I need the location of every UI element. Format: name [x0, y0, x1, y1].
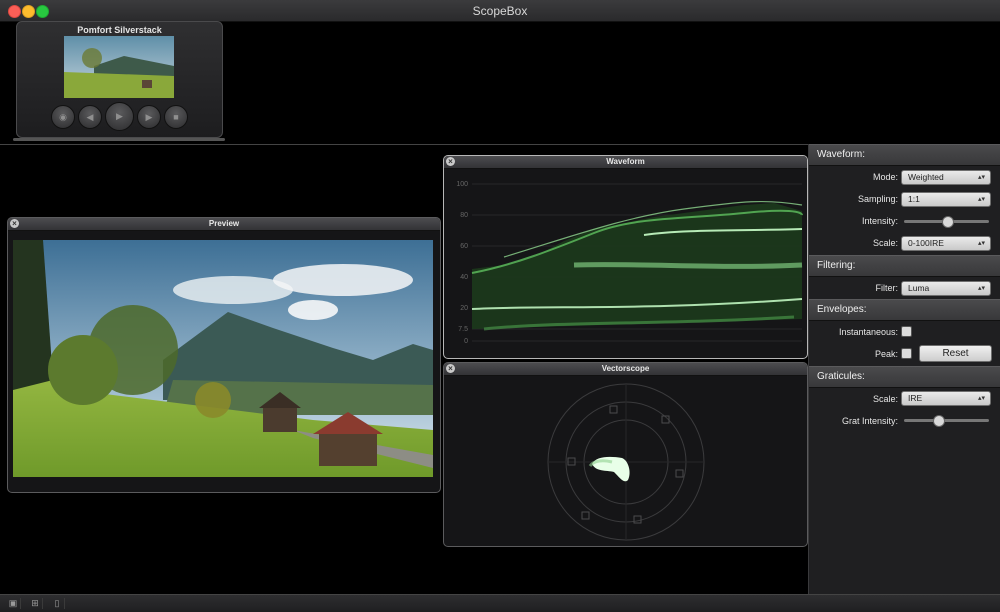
chevron-updown-icon: ▴▾: [977, 174, 985, 181]
inspector-panel: Waveform: Mode: Weighted ▴▾ Sampling: 1:1…: [808, 144, 1000, 594]
snapshot-button[interactable]: ◉: [51, 105, 75, 129]
source-title: Pomfort Silverstack: [77, 25, 162, 35]
waveform-panel: × Waveform 100 80 60 40 20 7.5 0: [443, 155, 808, 359]
grat-scale-value: IRE: [908, 393, 923, 403]
scale-label: Scale:: [872, 238, 898, 248]
scale-select[interactable]: 0-100IRE ▴▾: [901, 236, 991, 251]
waveform-header: × Waveform: [444, 156, 807, 169]
instantaneous-checkbox[interactable]: [901, 326, 912, 337]
scale-label-20: 20: [460, 305, 468, 312]
grat-intensity-slider-knob[interactable]: [933, 415, 945, 427]
vectorscope-panel: × Vectorscope: [443, 362, 808, 547]
scale-label-0: 0: [464, 338, 468, 345]
source-thumbnail: [64, 36, 174, 98]
section-graticules: Graticules:: [809, 366, 1000, 388]
source-widget: Pomfort Silverstack ◉ ◀ ▶ ▶ ■: [16, 21, 223, 138]
intensity-label: Intensity:: [861, 216, 898, 226]
scale-label-80: 80: [460, 212, 468, 219]
scale-label-7-5: 7.5: [458, 326, 468, 333]
play-icon: ▶: [116, 111, 123, 121]
skip-back-button[interactable]: ◀: [78, 105, 102, 129]
timeline-scrubber[interactable]: [13, 138, 225, 141]
mode-value: Weighted: [908, 172, 944, 182]
sampling-select[interactable]: 1:1 ▴▾: [901, 192, 991, 207]
mode-label: Mode:: [872, 172, 898, 182]
grat-scale-label: Scale:: [872, 394, 898, 404]
filter-label: Filter:: [875, 283, 899, 293]
skip-back-icon: ◀: [86, 112, 94, 122]
vectorscope-title: Vectorscope: [601, 364, 650, 373]
close-panel-button[interactable]: ×: [446, 364, 455, 373]
stop-icon: ■: [173, 112, 179, 122]
vectorscope-scope: [547, 383, 705, 541]
filter-select[interactable]: Luma ▴▾: [901, 281, 991, 296]
intensity-slider-knob[interactable]: [941, 216, 954, 228]
section-waveform: Waveform:: [809, 144, 1000, 166]
scale-label-40: 40: [460, 274, 468, 281]
grid-view-icon[interactable]: ⊞: [28, 598, 43, 609]
close-panel-button[interactable]: ×: [10, 219, 19, 228]
divider: [0, 144, 808, 145]
waveform-scope: 100 80 60 40 20 7.5 0: [456, 181, 803, 345]
filter-value: Luma: [908, 283, 930, 293]
section-envelopes: Envelopes:: [809, 299, 1000, 321]
scale-label-100: 100: [456, 181, 468, 188]
bottom-toolbar: ▣ ⊞ ▯: [0, 594, 1000, 612]
instantaneous-label: Instantaneous:: [838, 327, 898, 337]
single-view-icon[interactable]: ▣: [6, 598, 21, 609]
peak-label: Peak:: [874, 349, 898, 359]
preview-header: × Preview: [8, 218, 440, 231]
document-icon[interactable]: ▯: [50, 598, 65, 609]
preview-title: Preview: [208, 219, 240, 228]
waveform-title: Waveform: [606, 157, 645, 166]
grat-scale-select[interactable]: IRE ▴▾: [901, 391, 991, 406]
chevron-updown-icon: ▴▾: [977, 395, 985, 402]
chevron-updown-icon: ▴▾: [977, 240, 985, 247]
preview-image: [13, 240, 433, 477]
chevron-updown-icon: ▴▾: [977, 285, 985, 292]
grat-intensity-slider[interactable]: [904, 415, 989, 427]
camera-icon: ◉: [59, 112, 67, 122]
vectorscope-header: × Vectorscope: [444, 363, 807, 376]
section-filtering: Filtering:: [809, 255, 1000, 277]
sampling-label: Sampling:: [857, 194, 898, 204]
grat-intensity-label: Grat Intensity:: [841, 416, 898, 426]
close-panel-button[interactable]: ×: [446, 157, 455, 166]
scale-label-60: 60: [460, 243, 468, 250]
intensity-slider[interactable]: [904, 216, 989, 228]
sampling-value: 1:1: [908, 194, 920, 204]
skip-forward-button[interactable]: ▶: [137, 105, 161, 129]
stop-button[interactable]: ■: [164, 105, 188, 129]
title-bar: ScopeBox: [0, 0, 1000, 22]
reset-button[interactable]: Reset: [919, 345, 992, 362]
preview-panel: × Preview: [7, 217, 441, 493]
waveform-trace: [471, 200, 803, 331]
chevron-updown-icon: ▴▾: [977, 196, 985, 203]
play-button[interactable]: ▶: [105, 102, 134, 131]
peak-checkbox[interactable]: [901, 348, 912, 359]
skip-forward-icon: ▶: [145, 112, 153, 122]
mode-select[interactable]: Weighted ▴▾: [901, 170, 991, 185]
window-title: ScopeBox: [472, 4, 528, 18]
scale-value: 0-100IRE: [908, 238, 944, 248]
